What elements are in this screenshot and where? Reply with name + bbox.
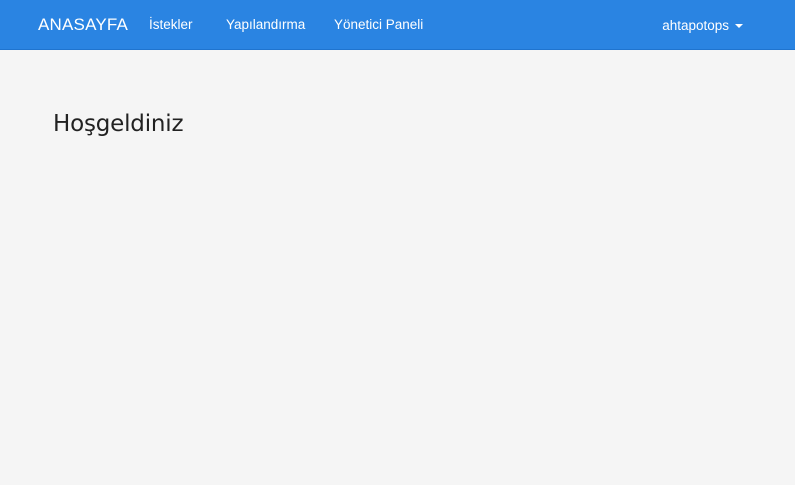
user-menu-label: ahtapotops [662,17,729,33]
caret-down-icon [735,24,743,28]
user-menu-dropdown[interactable]: ahtapotops [662,0,743,50]
brand-link[interactable]: ANASAYFA [38,0,128,50]
main-content: Hoşgeldiniz [0,50,795,485]
page-title: Hoşgeldiniz [53,111,184,137]
nav-link-yonetici-paneli[interactable]: Yönetici Paneli [334,0,423,50]
nav-link-yapilandirma[interactable]: Yapılandırma [226,0,305,50]
top-navbar: ANASAYFA İstekler Yapılandırma Yönetici … [0,0,795,50]
nav-link-istekler[interactable]: İstekler [149,0,193,50]
